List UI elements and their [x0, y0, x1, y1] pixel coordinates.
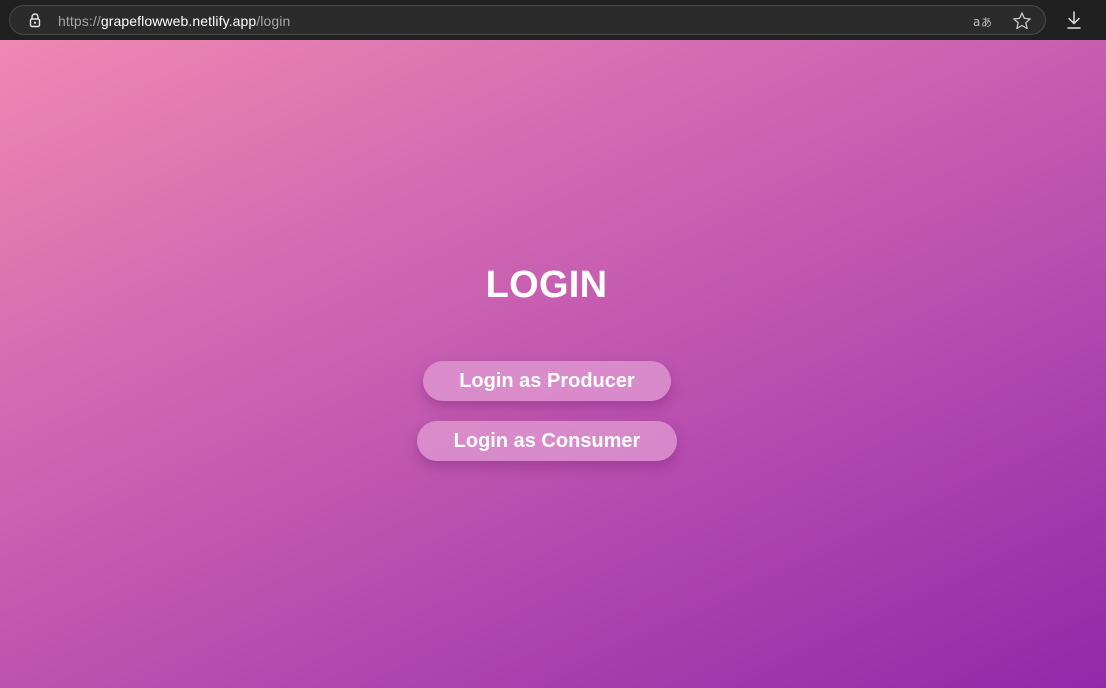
- url-path: /login: [256, 13, 291, 29]
- translate-icon[interactable]: a あ: [972, 11, 992, 31]
- lock-icon[interactable]: [27, 12, 43, 28]
- page-viewport: LOGIN Login as Producer Login as Consume…: [0, 40, 1106, 688]
- star-icon[interactable]: [1012, 11, 1032, 31]
- url-text[interactable]: https://grapeflowweb.netlify.app/login: [58, 13, 290, 29]
- page-title: LOGIN: [485, 264, 608, 306]
- browser-toolbar: https://grapeflowweb.netlify.app/login a…: [0, 0, 1106, 40]
- login-as-producer-button[interactable]: Login as Producer: [423, 361, 671, 401]
- login-as-consumer-button[interactable]: Login as Consumer: [417, 421, 677, 461]
- svg-text:a: a: [973, 15, 980, 29]
- svg-text:あ: あ: [981, 16, 992, 29]
- url-host: grapeflowweb.netlify.app: [100, 13, 257, 29]
- address-bar[interactable]: https://grapeflowweb.netlify.app/login a…: [9, 5, 1046, 35]
- url-scheme: https://: [58, 13, 101, 29]
- download-icon[interactable]: [1064, 10, 1084, 30]
